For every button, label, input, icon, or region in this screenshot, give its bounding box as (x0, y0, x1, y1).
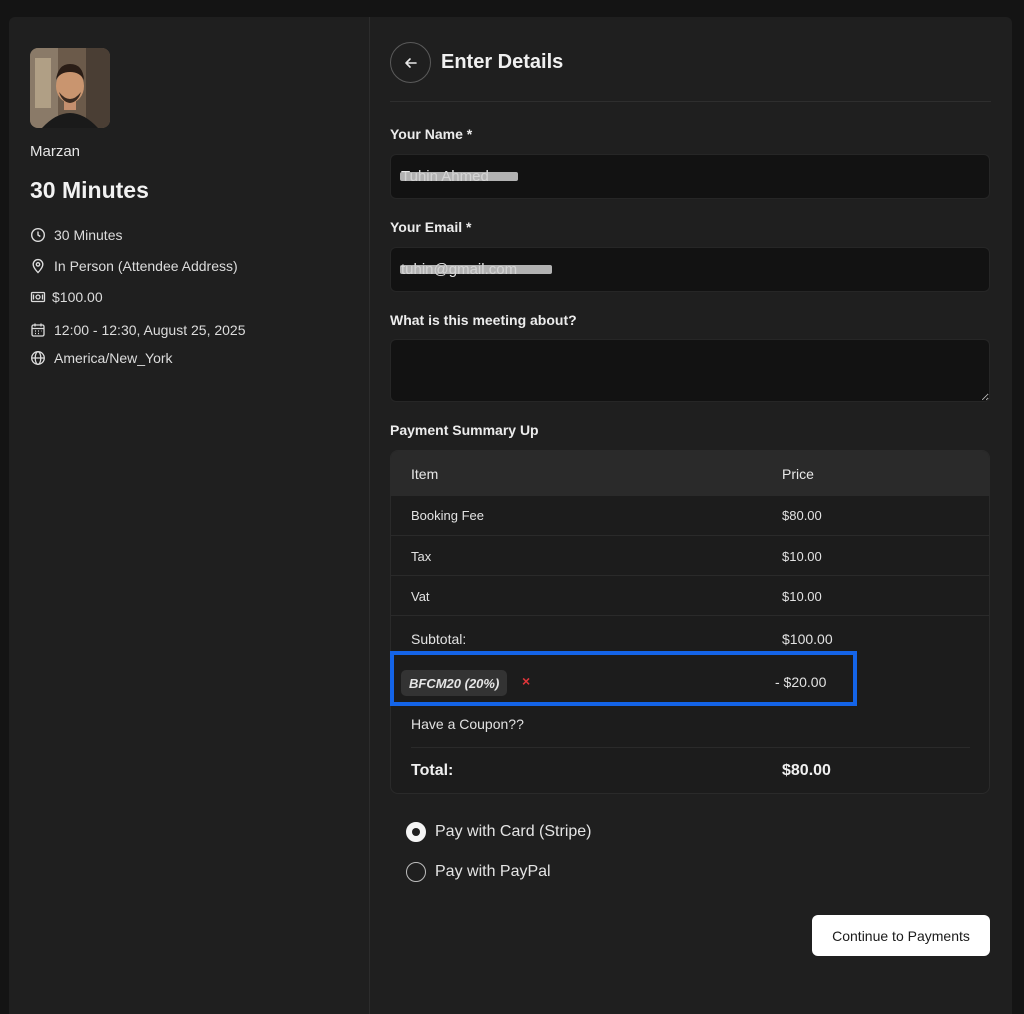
datetime-text: 12:00 - 12:30, August 25, 2025 (54, 322, 246, 338)
payment-summary-table: Item Price Booking Fee $80.00 Tax $10.00… (390, 450, 990, 794)
radio-paypal[interactable] (406, 862, 426, 882)
total-value: $80.00 (782, 762, 831, 779)
arrow-left-icon (404, 57, 417, 68)
page-title: Enter Details (441, 51, 564, 73)
timezone-text: America/New_York (54, 350, 173, 366)
price-text: $100.00 (52, 289, 103, 305)
timezone-item: America/New_York (30, 350, 173, 366)
about-label: What is this meeting about? (390, 312, 577, 328)
email-input[interactable] (390, 247, 990, 292)
continue-to-payments-button[interactable]: Continue to Payments (812, 915, 990, 956)
name-label: Your Name * (390, 126, 473, 142)
map-pin-icon (32, 258, 44, 274)
total-divider (411, 747, 970, 748)
details-form-panel: Enter Details Your Name * Your Email * W… (371, 17, 1012, 1014)
row-divider (391, 575, 989, 576)
radio-card[interactable] (406, 822, 426, 842)
pay-paypal-label: Pay with PayPal (435, 863, 551, 880)
row-divider (391, 615, 989, 616)
row-item: Vat (411, 589, 430, 604)
pay-card-option[interactable]: Pay with Card (Stripe) (406, 822, 592, 842)
pay-paypal-option[interactable]: Pay with PayPal (406, 862, 551, 882)
avatar (30, 48, 110, 128)
remove-coupon-button[interactable]: × (522, 673, 530, 689)
summary-title: Payment Summary Up (390, 422, 539, 438)
money-icon (30, 291, 46, 303)
col-price-header: Price (782, 466, 814, 482)
about-textarea[interactable] (390, 339, 990, 402)
row-item: Tax (411, 549, 432, 564)
row-price: $10.00 (782, 549, 822, 564)
subtotal-label: Subtotal: (411, 631, 467, 647)
location-text: In Person (Attendee Address) (54, 258, 238, 274)
coupon-chip: BFCM20 (20%) (401, 670, 508, 696)
location-item: In Person (Attendee Address) (30, 258, 238, 274)
booking-card: Marzan 30 Minutes 30 Minutes In Person (… (9, 17, 1012, 1014)
back-button[interactable] (390, 42, 431, 83)
calendar-icon (31, 323, 45, 337)
clock-icon (30, 227, 46, 243)
price-item: $100.00 (30, 289, 103, 305)
coupon-discount: - $20.00 (775, 674, 827, 690)
row-price: $10.00 (782, 589, 822, 604)
email-label: Your Email * (390, 219, 472, 235)
subtotal-value: $100.00 (782, 631, 833, 647)
row-divider (391, 535, 989, 536)
pay-card-label: Pay with Card (Stripe) (435, 823, 592, 840)
datetime-item: 12:00 - 12:30, August 25, 2025 (30, 322, 246, 338)
col-item-header: Item (411, 466, 439, 482)
have-coupon-link[interactable]: Have a Coupon?? (411, 716, 524, 732)
duration-item: 30 Minutes (30, 227, 122, 243)
header-divider (390, 101, 991, 102)
summary-header-row: Item Price (391, 451, 989, 496)
globe-icon (31, 351, 45, 365)
row-price: $80.00 (782, 508, 822, 523)
duration-text: 30 Minutes (54, 227, 123, 243)
total-label: Total: (411, 762, 454, 779)
event-title: 30 Minutes (30, 177, 149, 203)
name-input[interactable] (390, 154, 990, 199)
row-item: Booking Fee (411, 508, 484, 523)
host-name: Marzan (30, 143, 81, 160)
event-info-panel: Marzan 30 Minutes 30 Minutes In Person (… (9, 17, 370, 1014)
